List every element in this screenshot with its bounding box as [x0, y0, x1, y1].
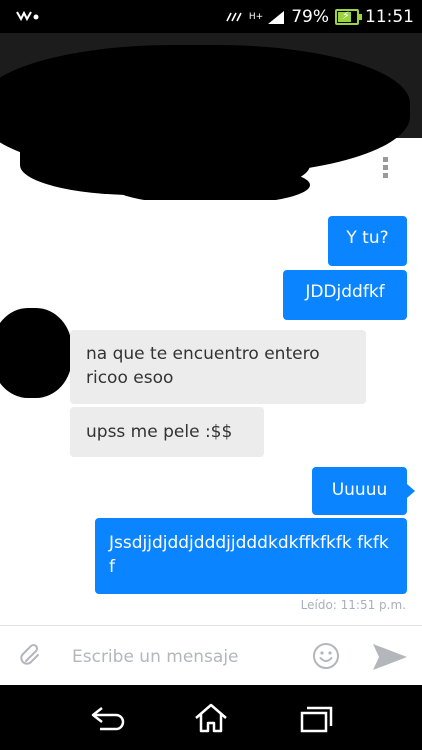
emoji-icon[interactable]	[312, 642, 340, 670]
message-composer	[0, 625, 422, 686]
message-text: Uuuuu	[331, 480, 388, 500]
message-input[interactable]	[70, 641, 304, 673]
message-bubble-outgoing[interactable]: JDDjddfkf	[283, 270, 407, 320]
vibrate-icon	[226, 12, 242, 22]
status-right: H+ 79% ⚡ 11:51	[225, 5, 414, 29]
message-text: upss me pele :$$	[86, 422, 233, 442]
message-bubble-incoming[interactable]: na que te encuentro entero ricoo esoo	[70, 330, 366, 404]
message-text: na que te encuentro entero ricoo esoo	[86, 344, 320, 388]
battery-charging-icon: ⚡	[335, 9, 362, 25]
network-type: H+	[248, 11, 264, 22]
navigation-bar	[0, 685, 422, 750]
message-text: Jssdjjdjddjdddjjdddkdkffkfkfk fkfkf	[109, 533, 389, 577]
home-icon[interactable]	[191, 701, 231, 735]
clock: 11:51	[365, 7, 414, 27]
status-bar: H+ 79% ⚡ 11:51	[0, 0, 422, 33]
walkman-icon	[16, 10, 39, 21]
battery-percent: 79%	[291, 7, 329, 27]
message-bubble-outgoing[interactable]: Y tu?	[328, 216, 407, 266]
paperclip-icon[interactable]	[18, 642, 44, 668]
signal-icon	[268, 11, 285, 24]
back-icon[interactable]	[88, 701, 128, 735]
read-receipt: Leído: 11:51 p.m.	[300, 598, 406, 612]
message-bubble-incoming[interactable]: upss me pele :$$	[70, 407, 264, 457]
message-list: Y tu? JDDjddfkf na que te encuentro ente…	[0, 200, 422, 625]
redaction-mark	[110, 165, 310, 205]
message-text: JDDjddfkf	[305, 282, 385, 302]
overflow-menu-icon[interactable]	[383, 157, 389, 181]
recent-apps-icon[interactable]	[296, 701, 336, 735]
message-bubble-outgoing[interactable]: Uuuuu	[312, 467, 407, 515]
send-icon[interactable]	[370, 641, 410, 673]
message-text: Y tu?	[346, 228, 389, 248]
redacted-avatar	[0, 308, 72, 398]
message-bubble-outgoing[interactable]: Jssdjjdjddjdddjjdddkdkffkfkfk fkfkf	[95, 518, 407, 594]
bubble-tail	[407, 484, 415, 498]
